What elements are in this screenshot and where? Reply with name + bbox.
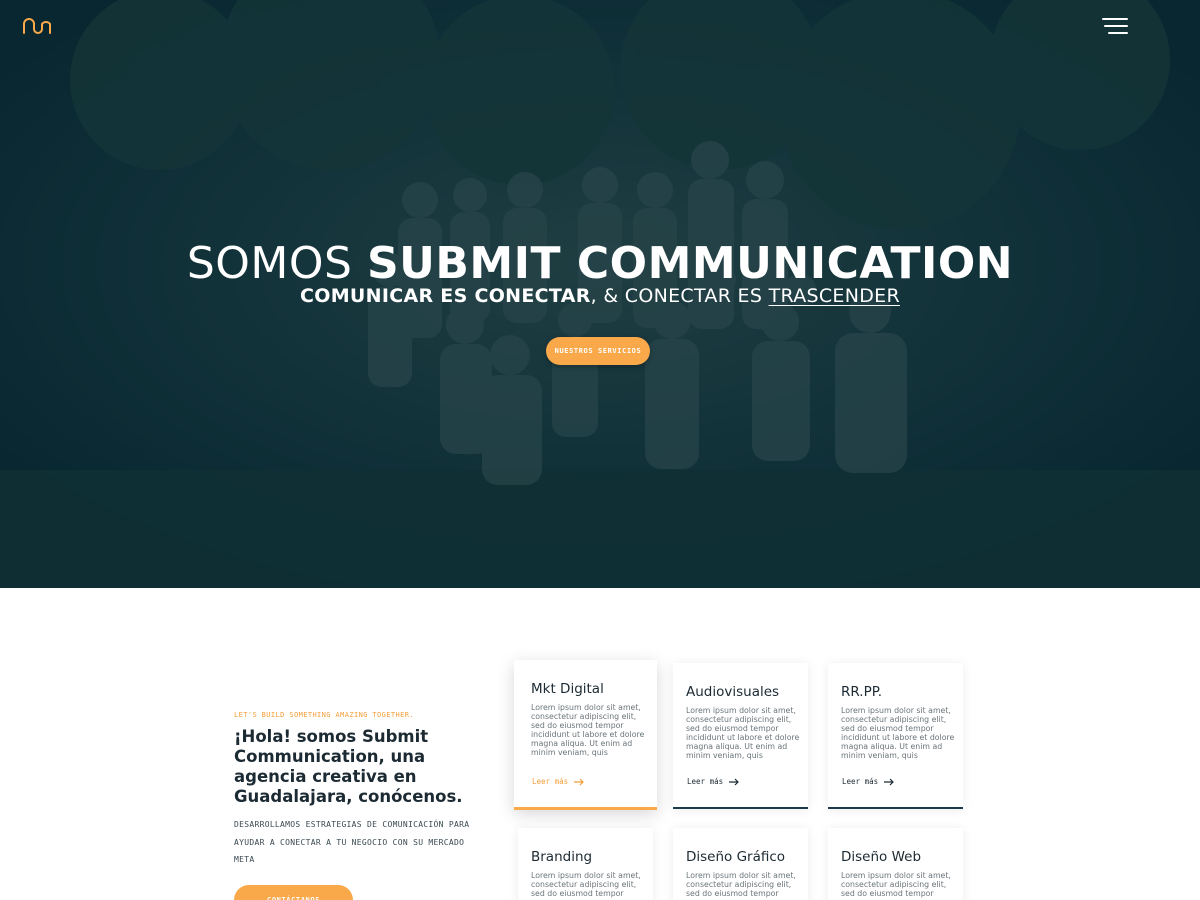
service-title: RR.PP. xyxy=(841,684,883,700)
service-card-audiovisuales[interactable]: Audiovisuales Lorem ipsum dolor sit amet… xyxy=(673,663,808,809)
hero-subtitle-mid: , & CONECTAR ES xyxy=(590,285,769,307)
hero-title: SOMOS SUBMIT COMMUNICATION xyxy=(0,238,1200,290)
service-title: Audiovisuales xyxy=(686,684,780,700)
arrow-right-icon xyxy=(884,778,894,785)
hamburger-menu-icon[interactable] xyxy=(1096,16,1128,36)
service-text: Lorem ipsum dolor sit amet, consectetur … xyxy=(686,871,796,898)
about-description: DESARROLLAMOS ESTRATEGIAS DE COMUNICACIÓ… xyxy=(234,820,470,864)
arrow-right-icon xyxy=(729,778,739,785)
service-text: Lorem ipsum dolor sit amet, consectetur … xyxy=(531,703,645,757)
read-more-label: Leer más xyxy=(532,777,569,786)
about-heading: ¡Hola! somos Submit Communication, una a… xyxy=(234,727,484,807)
read-more-link[interactable]: Leer más xyxy=(532,777,584,786)
services-button[interactable]: NUESTROS SERVICIOS xyxy=(546,337,650,365)
service-card-diseno-grafico[interactable]: Diseño Gráfico Lorem ipsum dolor sit ame… xyxy=(673,828,808,900)
service-title: Branding xyxy=(531,849,593,865)
read-more-link[interactable]: Leer más xyxy=(687,777,739,786)
hero-title-bold: SUBMIT COMMUNICATION xyxy=(366,238,1014,289)
hero-title-light: SOMOS xyxy=(186,238,367,289)
read-more-link[interactable]: Leer más xyxy=(842,777,894,786)
service-title: Diseño Gráfico xyxy=(686,849,786,865)
hero-subtitle: COMUNICAR ES CONECTAR, & CONECTAR ES TRA… xyxy=(0,284,1200,308)
hero-section: SOMOS SUBMIT COMMUNICATION COMUNICAR ES … xyxy=(0,0,1200,588)
service-text: Lorem ipsum dolor sit amet, consectetur … xyxy=(686,706,800,760)
service-text: Lorem ipsum dolor sit amet, consectetur … xyxy=(841,706,955,760)
service-card-mkt-digital[interactable]: Mkt Digital Lorem ipsum dolor sit amet, … xyxy=(514,660,657,810)
contact-button[interactable]: CONTÁCTANOS xyxy=(234,885,353,900)
service-text: Lorem ipsum dolor sit amet, consectetur … xyxy=(841,871,951,898)
arrow-right-icon xyxy=(574,778,584,785)
service-card-rrpp[interactable]: RR.PP. Lorem ipsum dolor sit amet, conse… xyxy=(828,663,963,809)
read-more-label: Leer más xyxy=(842,777,879,786)
about-kicker: LET'S BUILD SOMETHING AMAZING TOGETHER. xyxy=(234,711,414,719)
read-more-label: Leer más xyxy=(687,777,724,786)
service-card-diseno-web[interactable]: Diseño Web Lorem ipsum dolor sit amet, c… xyxy=(828,828,963,900)
hero-subtitle-underlined: TRASCENDER xyxy=(768,285,900,307)
service-text: Lorem ipsum dolor sit amet, consectetur … xyxy=(531,871,641,898)
about-heading-part-1: ¡Hola! somos xyxy=(234,727,362,746)
hero-subtitle-bold: COMUNICAR ES CONECTAR xyxy=(300,285,591,307)
service-title: Diseño Web xyxy=(841,849,922,865)
service-title: Mkt Digital xyxy=(531,681,604,697)
about-heading-bold-2: conócenos. xyxy=(358,787,463,806)
service-card-branding[interactable]: Branding Lorem ipsum dolor sit amet, con… xyxy=(518,828,653,900)
logo-icon[interactable] xyxy=(22,17,52,35)
